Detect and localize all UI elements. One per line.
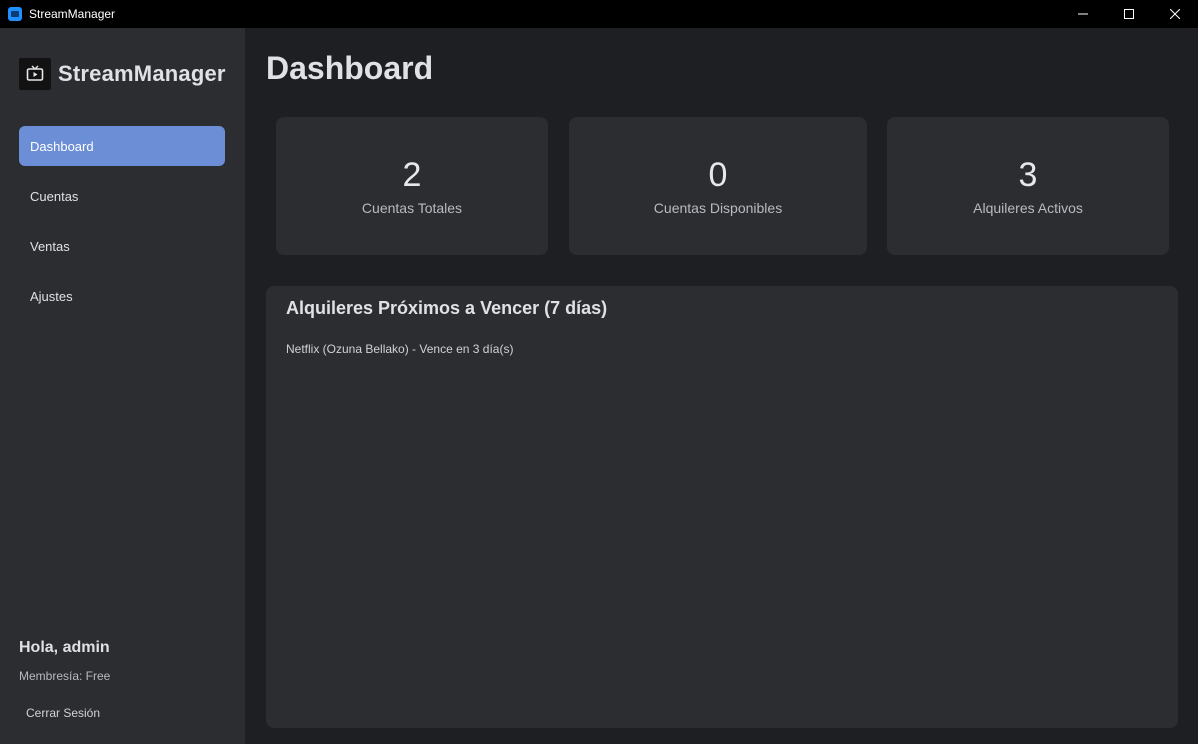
brand-name: StreamManager [58, 61, 226, 86]
list-item: Netflix (Ozuna Bellako) - Vence en 3 día… [286, 342, 514, 356]
maximize-button[interactable] [1106, 0, 1152, 28]
stat-label: Alquileres Activos [973, 200, 1083, 216]
logout-button[interactable]: Cerrar Sesión [26, 706, 100, 720]
app-icon [8, 7, 22, 21]
stat-card-active-rentals: 3 Alquileres Activos [887, 117, 1169, 255]
window-controls [1060, 0, 1198, 28]
brand: StreamManager [19, 58, 226, 90]
stat-value: 0 [708, 156, 728, 194]
title-bar: StreamManager [0, 0, 1198, 28]
membership-label: Membresía: Free [19, 669, 111, 683]
sidebar-item-dashboard[interactable]: Dashboard [19, 126, 225, 166]
close-icon [1170, 9, 1180, 19]
stat-card-total-accounts: 2 Cuentas Totales [276, 117, 548, 255]
stat-value: 2 [402, 156, 422, 194]
tv-play-icon [19, 58, 51, 90]
sidebar-item-cuentas[interactable]: Cuentas [19, 176, 225, 216]
sidebar-nav: Dashboard Cuentas Ventas Ajustes [19, 126, 225, 326]
stat-value: 3 [1018, 156, 1038, 194]
main-content: Dashboard 2 Cuentas Totales 0 Cuentas Di… [245, 28, 1198, 744]
sidebar: StreamManager Dashboard Cuentas Ventas A… [0, 28, 245, 744]
maximize-icon [1124, 9, 1134, 19]
sidebar-item-ventas[interactable]: Ventas [19, 226, 225, 266]
expiring-rentals-panel: Alquileres Próximos a Vencer (7 días) Ne… [266, 286, 1178, 728]
minimize-button[interactable] [1060, 0, 1106, 28]
stat-label: Cuentas Totales [361, 200, 463, 216]
user-greeting: Hola, admin [19, 639, 110, 656]
window-title: StreamManager [29, 7, 116, 21]
panel-title: Alquileres Próximos a Vencer (7 días) [286, 298, 608, 318]
user-info: Hola, admin Membresía: Free [19, 639, 110, 683]
minimize-icon [1078, 13, 1088, 15]
sidebar-item-ajustes[interactable]: Ajustes [19, 276, 225, 316]
close-button[interactable] [1152, 0, 1198, 28]
stat-label: Cuentas Disponibles [653, 200, 783, 216]
page-title: Dashboard [266, 50, 434, 86]
stat-card-available-accounts: 0 Cuentas Disponibles [569, 117, 867, 255]
